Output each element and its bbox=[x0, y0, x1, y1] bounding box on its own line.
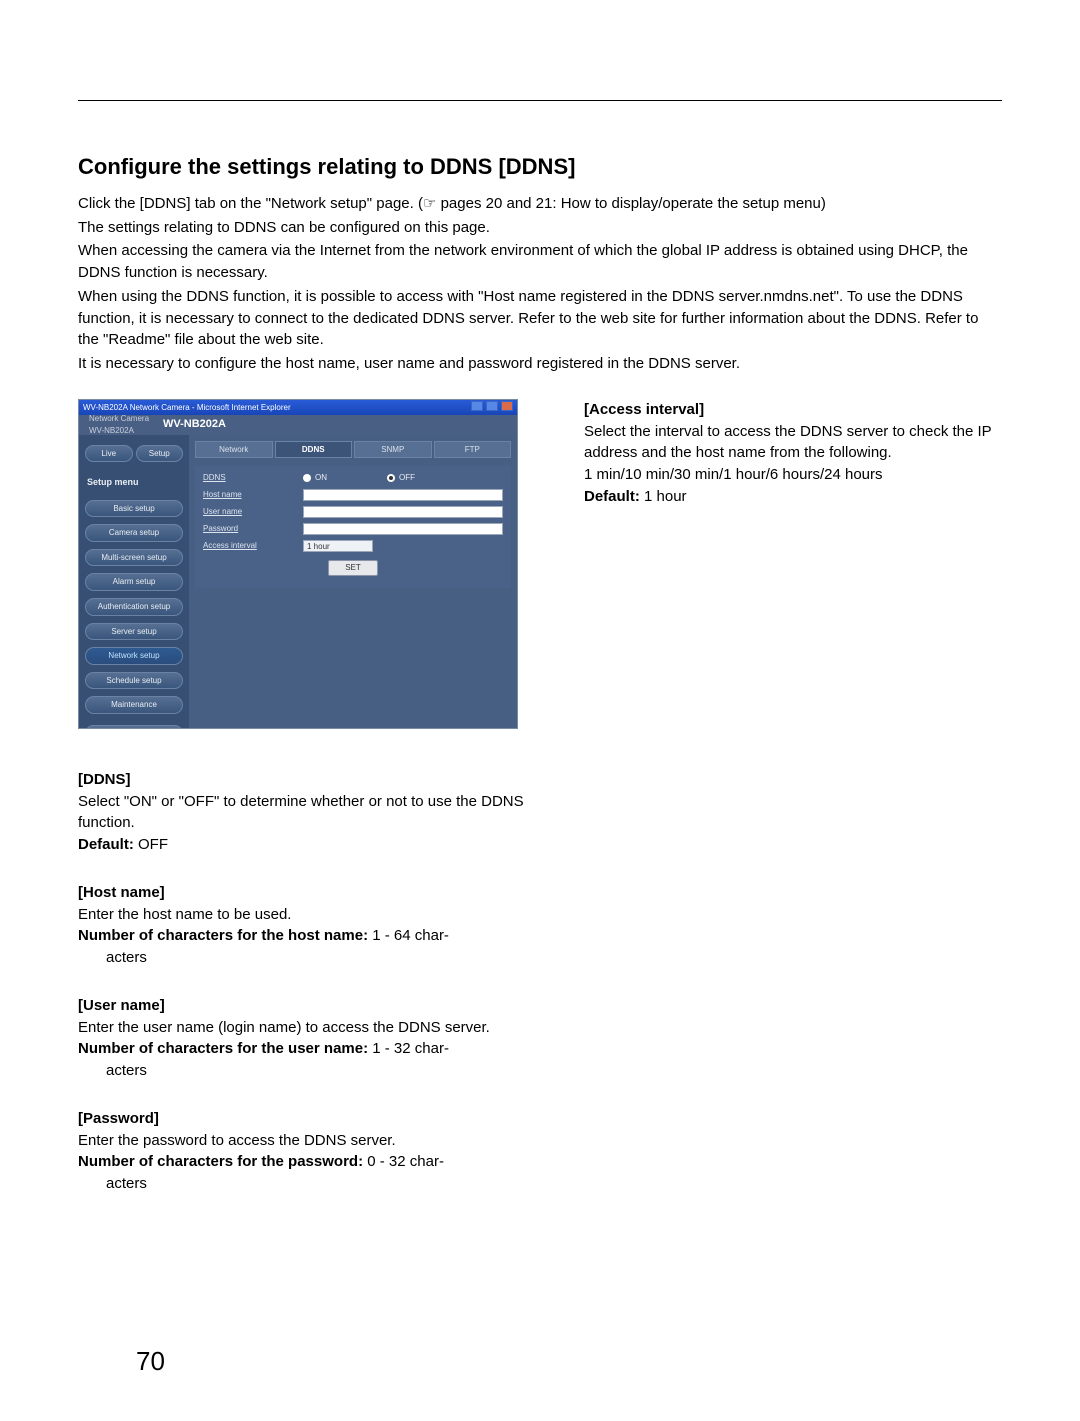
setup-button[interactable]: Setup bbox=[136, 445, 184, 463]
interval-select[interactable]: 1 hour bbox=[303, 540, 373, 552]
default-label: Default: bbox=[78, 836, 134, 853]
header-model: WV-NB202A bbox=[163, 417, 226, 433]
radio-icon bbox=[387, 474, 395, 482]
intro-p: Click the [DDNS] tab on the "Network set… bbox=[78, 193, 1002, 215]
section-text: Enter the user name (login name) to acce… bbox=[78, 1017, 544, 1039]
interval-options: 1 min/10 min/30 min/1 hour/6 hours/24 ho… bbox=[584, 464, 1002, 486]
sidebar-item-network[interactable]: Network setup bbox=[85, 647, 183, 665]
default-label: Default: bbox=[584, 488, 640, 505]
radio-off-label: OFF bbox=[399, 472, 415, 484]
sidebar-item-server[interactable]: Server setup bbox=[85, 623, 183, 641]
num-value: 0 - 32 char- bbox=[363, 1153, 444, 1170]
section-text: Select "ON" or "OFF" to determine whethe… bbox=[78, 791, 544, 835]
top-rule bbox=[78, 100, 1002, 101]
tab-bar: Network DDNS SNMP FTP bbox=[195, 441, 511, 459]
sidebar-item-multiscreen[interactable]: Multi-screen setup bbox=[85, 549, 183, 567]
num-value: 1 - 64 char- bbox=[368, 927, 449, 944]
sidebar-item-help[interactable]: Help bbox=[85, 725, 183, 729]
sidebar: Live Setup Setup menu Basic setup Camera… bbox=[79, 435, 189, 728]
radio-on-label: ON bbox=[315, 472, 327, 484]
window-controls bbox=[470, 401, 513, 415]
intro-p: It is necessary to configure the host na… bbox=[78, 353, 1002, 375]
set-button[interactable]: SET bbox=[328, 560, 378, 576]
sidebar-item-maintenance[interactable]: Maintenance bbox=[85, 696, 183, 714]
default-value: OFF bbox=[134, 836, 168, 853]
close-icon[interactable] bbox=[501, 401, 513, 411]
page-number: 70 bbox=[136, 1343, 165, 1381]
form-label-interval: Access interval bbox=[203, 540, 303, 552]
user-input[interactable] bbox=[303, 506, 503, 518]
section-text: Enter the password to access the DDNS se… bbox=[78, 1130, 544, 1152]
form-label-ddns: DDNS bbox=[203, 472, 303, 484]
sidebar-item-schedule[interactable]: Schedule setup bbox=[85, 672, 183, 690]
tab-ddns[interactable]: DDNS bbox=[275, 441, 353, 459]
intro-p: When using the DDNS function, it is poss… bbox=[78, 286, 1002, 351]
section-ddns: [DDNS] Select "ON" or "OFF" to determine… bbox=[78, 769, 544, 856]
page-title: Configure the settings relating to DDNS … bbox=[78, 151, 1002, 183]
section-user: [User name] Enter the user name (login n… bbox=[78, 995, 544, 1082]
radio-on[interactable]: ON bbox=[303, 472, 327, 484]
minimize-icon[interactable] bbox=[471, 401, 483, 411]
intro-p: When accessing the camera via the Intern… bbox=[78, 240, 1002, 284]
sidebar-item-basic[interactable]: Basic setup bbox=[85, 500, 183, 518]
header-small-label: Network Camera bbox=[89, 413, 149, 425]
tab-network[interactable]: Network bbox=[195, 441, 273, 459]
num-value-cont: acters bbox=[78, 1060, 544, 1082]
default-value: 1 hour bbox=[640, 488, 687, 505]
form-panel: DDNS ON OFF Host name User name bbox=[195, 466, 511, 587]
num-label: Number of characters for the host name: bbox=[78, 927, 368, 944]
section-text: Enter the host name to be used. bbox=[78, 904, 544, 926]
section-title: [Password] bbox=[78, 1108, 544, 1130]
sidebar-title: Setup menu bbox=[87, 476, 183, 489]
num-value: 1 - 32 char- bbox=[368, 1040, 449, 1057]
radio-off[interactable]: OFF bbox=[387, 472, 415, 484]
host-input[interactable] bbox=[303, 489, 503, 501]
section-title: [Access interval] bbox=[584, 399, 1002, 421]
screenshot: WV-NB202A Network Camera - Microsoft Int… bbox=[78, 399, 518, 729]
intro-p: The settings relating to DDNS can be con… bbox=[78, 217, 1002, 239]
radio-icon bbox=[303, 474, 311, 482]
intro-block: Click the [DDNS] tab on the "Network set… bbox=[78, 193, 1002, 375]
sidebar-item-alarm[interactable]: Alarm setup bbox=[85, 573, 183, 591]
form-label-password: Password bbox=[203, 523, 303, 535]
section-text: Select the interval to access the DDNS s… bbox=[584, 421, 1002, 465]
num-value-cont: acters bbox=[78, 1173, 544, 1195]
content-panel: Network DDNS SNMP FTP DDNS ON OFF bbox=[189, 435, 517, 728]
form-label-host: Host name bbox=[203, 489, 303, 501]
num-label: Number of characters for the password: bbox=[78, 1153, 363, 1170]
section-title: [DDNS] bbox=[78, 769, 544, 791]
section-title: [User name] bbox=[78, 995, 544, 1017]
section-host: [Host name] Enter the host name to be us… bbox=[78, 882, 544, 969]
shot-header: Network Camera WV-NB202A WV-NB202A bbox=[79, 415, 517, 435]
num-label: Number of characters for the user name: bbox=[78, 1040, 368, 1057]
sidebar-item-camera[interactable]: Camera setup bbox=[85, 524, 183, 542]
live-button[interactable]: Live bbox=[85, 445, 133, 463]
password-input[interactable] bbox=[303, 523, 503, 535]
sidebar-item-authentication[interactable]: Authentication setup bbox=[85, 598, 183, 616]
section-interval: [Access interval] Select the interval to… bbox=[584, 399, 1002, 508]
form-label-user: User name bbox=[203, 506, 303, 518]
section-password: [Password] Enter the password to access … bbox=[78, 1108, 544, 1195]
maximize-icon[interactable] bbox=[486, 401, 498, 411]
tab-ftp[interactable]: FTP bbox=[434, 441, 512, 459]
section-title: [Host name] bbox=[78, 882, 544, 904]
num-value-cont: acters bbox=[78, 947, 544, 969]
tab-snmp[interactable]: SNMP bbox=[354, 441, 432, 459]
window-title: WV-NB202A Network Camera - Microsoft Int… bbox=[83, 402, 291, 414]
